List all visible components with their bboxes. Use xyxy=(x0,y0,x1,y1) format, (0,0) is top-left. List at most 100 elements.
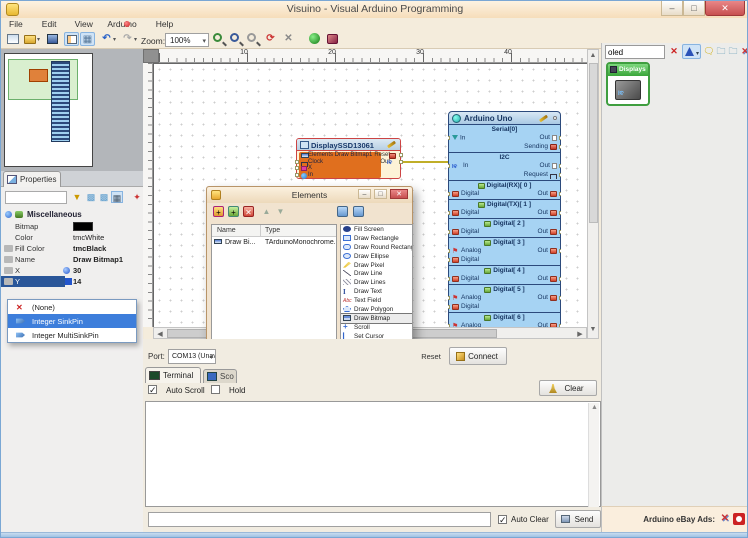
property-value[interactable]: Draw Bitmap1 xyxy=(73,255,123,264)
category-view-icon[interactable]: ▩ xyxy=(85,191,97,203)
property-row-name[interactable]: Name Draw Bitmap1 xyxy=(1,254,143,265)
component-search-input[interactable] xyxy=(605,45,665,59)
ads-block-icon[interactable] xyxy=(733,513,745,525)
new-project-button[interactable] xyxy=(5,32,20,46)
pin[interactable] xyxy=(559,230,561,234)
palette-item-scroll[interactable]: Scroll xyxy=(341,323,412,332)
pin[interactable] xyxy=(448,230,450,234)
terminal-scrollbar[interactable]: ▲ xyxy=(588,403,599,507)
zoom-combobox[interactable]: 100% ▾ xyxy=(165,33,209,47)
display-pin-row[interactable]: X xyxy=(295,165,381,172)
output-pin[interactable]: Request xyxy=(524,171,557,179)
pin[interactable] xyxy=(399,153,403,157)
filter-categories-icon[interactable] xyxy=(337,206,348,217)
pin[interactable] xyxy=(559,211,561,215)
menu-help[interactable]: Help xyxy=(156,19,173,29)
palette-item-lines[interactable]: Draw Lines xyxy=(341,278,412,287)
overview-minimap[interactable] xyxy=(4,53,93,167)
pin[interactable] xyxy=(295,159,299,164)
display-component-icon[interactable] xyxy=(615,80,641,100)
display-pin-row[interactable]: Elements Draw Bitmap1 xyxy=(299,152,381,159)
menu-file[interactable]: File xyxy=(9,19,23,29)
add-element-icon[interactable]: + xyxy=(213,206,224,217)
arduino-section-digital5[interactable]: Digital[ 5 ] Analog Out Digital xyxy=(448,284,561,313)
sync-icon[interactable] xyxy=(63,267,70,274)
input-pin[interactable]: Analog xyxy=(452,294,481,301)
build-button[interactable] xyxy=(307,32,322,46)
property-row-bitmap[interactable]: Bitmap xyxy=(1,221,143,232)
send-button[interactable]: Send xyxy=(555,510,601,528)
display-output-pin[interactable]: Reset xyxy=(374,152,403,159)
property-row-fill-color[interactable]: Fill Color tmcBlack xyxy=(1,243,143,254)
output-pin[interactable]: Out xyxy=(538,322,557,327)
scroll-down-arrow[interactable]: ▼ xyxy=(588,326,598,333)
palette-item-bitmap[interactable]: Draw Bitmap xyxy=(341,312,412,324)
dialog-maximize-button[interactable]: □ xyxy=(374,189,387,199)
pin[interactable] xyxy=(295,172,299,177)
pin[interactable] xyxy=(448,211,450,215)
undo-dropdown-arrow[interactable]: ▾ xyxy=(113,36,116,43)
zoom-reset-icon[interactable] xyxy=(247,33,256,42)
pin[interactable] xyxy=(448,324,450,327)
arduino-section-digital4[interactable]: Digital[ 4 ] Digital Out xyxy=(448,265,561,285)
arduino-uno-block[interactable]: Arduino Uno Serial[0] In Out Sending I2C In Ou… xyxy=(448,111,561,327)
scrollbar-thumb[interactable] xyxy=(589,63,598,223)
pin[interactable] xyxy=(559,173,561,177)
properties-search-input[interactable] xyxy=(5,191,67,204)
send-input[interactable] xyxy=(148,512,491,527)
grid-view-toggle[interactable]: ▦ xyxy=(111,191,123,203)
settings-x-icon[interactable]: ✕ xyxy=(739,45,747,58)
refresh-button[interactable]: ⟳ xyxy=(263,32,278,46)
delete-button[interactable]: ✕ xyxy=(281,32,296,46)
arduino-section-digital3[interactable]: Digital[ 3 ] Analog Out Digital xyxy=(448,237,561,266)
auto-clear-checkbox[interactable]: ✓ xyxy=(498,515,507,525)
tab-properties[interactable]: Properties xyxy=(3,171,61,187)
palette-item-round-rect[interactable]: Draw Round Rectangle xyxy=(341,243,412,252)
display-pin-row[interactable]: In xyxy=(295,172,381,179)
pin-panel-icon[interactable]: ✦ xyxy=(131,191,143,203)
arduino-section-i2c[interactable]: I2C In Out Request xyxy=(448,152,561,181)
dialog-minimize-button[interactable]: – xyxy=(358,189,371,199)
pin[interactable] xyxy=(559,277,561,281)
dialog-close-button[interactable]: ✕ xyxy=(390,189,408,199)
arduino-section-digital6[interactable]: Digital[ 6 ]AnalogOutDigital xyxy=(448,312,561,327)
connect-button[interactable]: Connect xyxy=(449,347,507,365)
connection-wire[interactable] xyxy=(401,161,449,163)
move-down-icon[interactable]: ▼ xyxy=(275,206,286,217)
palette-item-line[interactable]: Draw Line xyxy=(341,269,412,278)
arduino-section-digitalrx0[interactable]: Digital(RX)[ 0 ] Digital Out xyxy=(448,180,561,200)
tab-terminal[interactable]: Terminal xyxy=(145,367,201,383)
palette-item-polygon[interactable]: Draw Polygon xyxy=(341,305,412,314)
wizard-wand-icon[interactable] xyxy=(386,140,397,149)
pin[interactable] xyxy=(448,192,450,196)
input-pin[interactable]: Digital xyxy=(452,303,479,311)
property-group-miscellaneous[interactable]: Miscellaneous xyxy=(3,209,141,220)
hold-checkbox[interactable] xyxy=(211,385,220,394)
minimize-button[interactable]: – xyxy=(661,1,683,16)
arduino-section-serial0[interactable]: Serial[0] In Out Sending xyxy=(448,124,561,153)
collapse-orb-icon[interactable] xyxy=(5,211,12,218)
undo-button[interactable]: ↶ xyxy=(99,32,114,46)
toggle-grid-button[interactable]: ▦ xyxy=(80,32,95,46)
clear-search-icon[interactable]: ✕ xyxy=(668,45,680,58)
pin[interactable] xyxy=(448,164,450,168)
column-name[interactable]: Name xyxy=(217,227,236,234)
category-displays[interactable]: Displays xyxy=(606,62,650,106)
save-button[interactable] xyxy=(45,32,60,46)
pin[interactable] xyxy=(559,296,561,300)
pin-option[interactable]: (None) xyxy=(8,300,136,314)
input-pin[interactable]: Digital xyxy=(452,209,479,217)
pin[interactable] xyxy=(559,249,561,253)
output-pin[interactable]: Out xyxy=(538,228,557,236)
input-pin[interactable]: Digital xyxy=(452,275,479,283)
arduino-section-digital2[interactable]: Digital[ 2 ] Digital Out xyxy=(448,218,561,238)
pin[interactable] xyxy=(559,145,561,149)
palette-item-text-field[interactable]: Text Field xyxy=(341,296,412,305)
element-row[interactable]: Draw Bi... TArduinoMonochrome... xyxy=(212,237,336,249)
display-ssd1306-block[interactable]: DisplaySSD13061 Elements Draw Bitmap1 Clo… xyxy=(295,138,403,179)
property-value[interactable]: 14 xyxy=(73,277,81,286)
expand-categories-icon[interactable]: 🗀︎ xyxy=(715,45,727,58)
display-pin-row[interactable]: Clock xyxy=(295,159,381,167)
clear-button[interactable]: Clear xyxy=(539,380,597,396)
input-pin[interactable]: Digital xyxy=(452,256,479,264)
